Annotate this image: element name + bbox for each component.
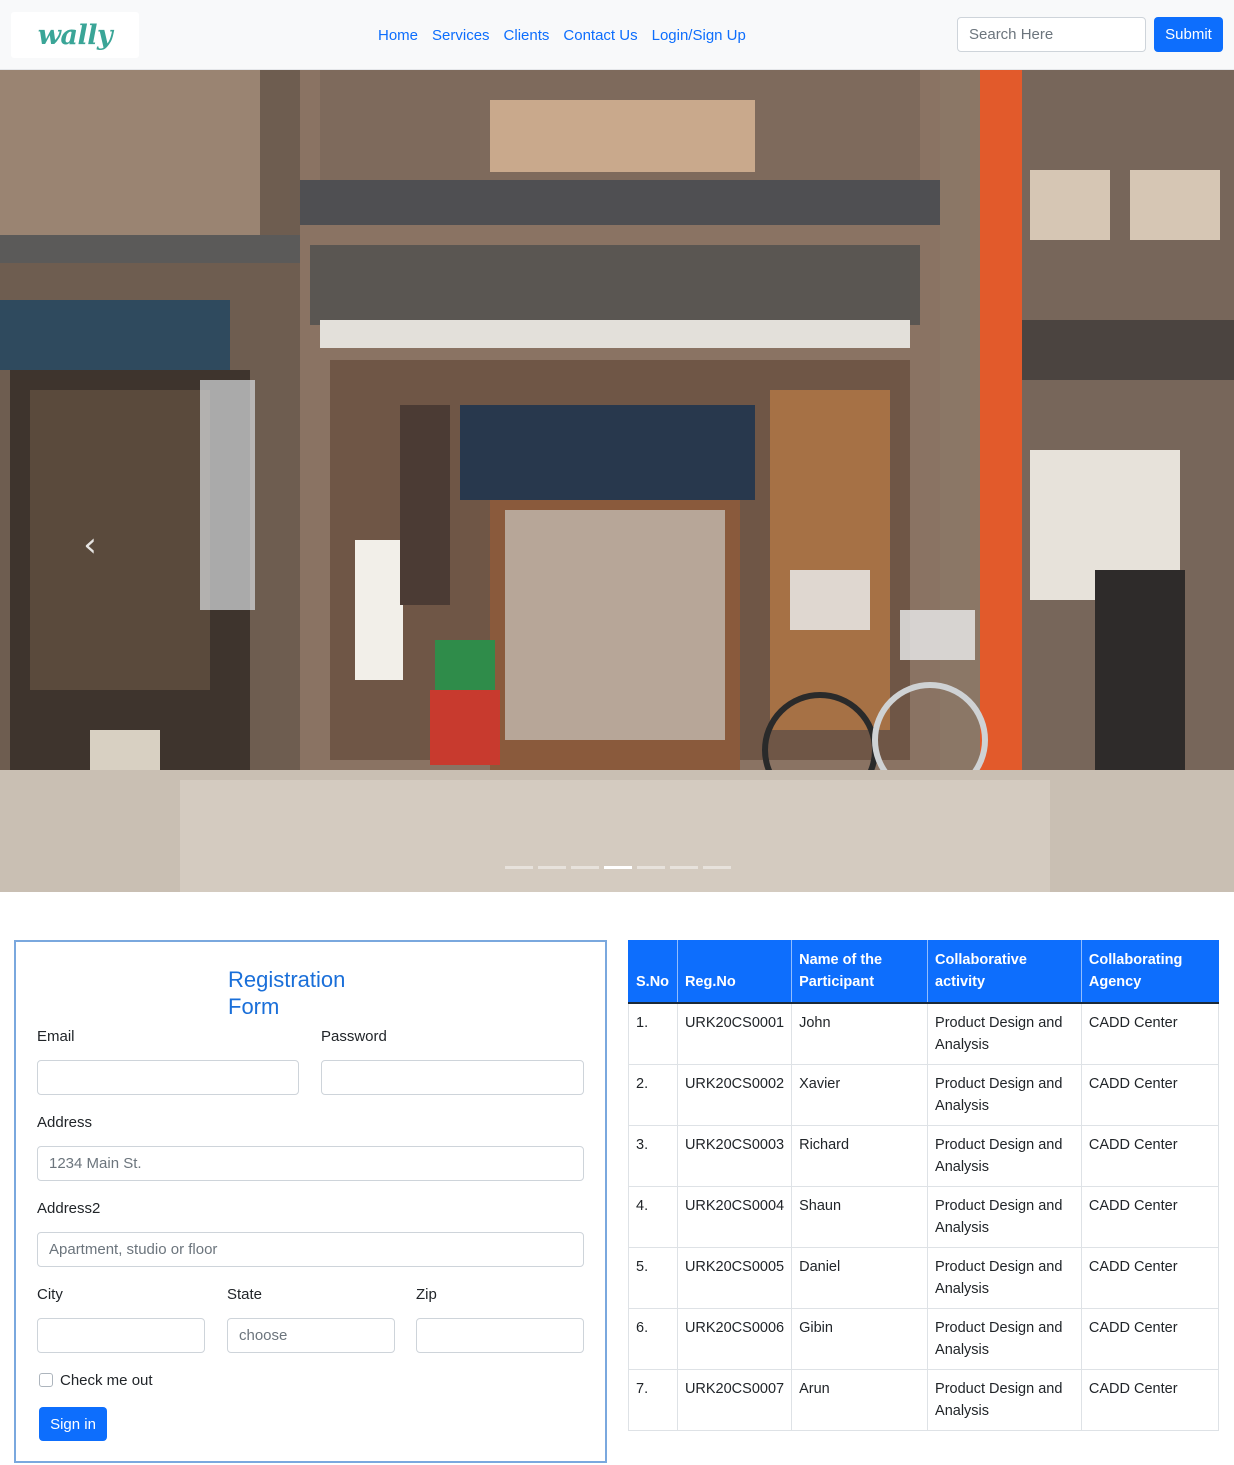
cell-participant: Gibin <box>791 1308 929 1370</box>
password-label: Password <box>321 1028 387 1045</box>
cell-participant: Arun <box>791 1369 929 1431</box>
cell-regno: URK20CS0002 <box>676 1064 793 1126</box>
carousel-indicator[interactable] <box>571 866 599 869</box>
cell-participant: Xavier <box>791 1064 929 1126</box>
hero-image <box>0 70 1234 892</box>
address-field[interactable] <box>37 1146 584 1181</box>
cell-participant: John <box>791 1002 929 1065</box>
nav-link-login[interactable]: Login/Sign Up <box>645 27 753 44</box>
carousel-indicator[interactable] <box>505 866 533 869</box>
participants-table: S.No Reg.No Name of the Participant Coll… <box>628 940 1220 1431</box>
carousel-prev-button[interactable]: ‹ <box>70 525 110 565</box>
cell-activity: Product Design and Analysis <box>927 1247 1082 1309</box>
address2-label: Address2 <box>37 1200 101 1217</box>
address-label: Address <box>37 1114 93 1131</box>
nav-link-contact[interactable]: Contact Us <box>556 27 644 44</box>
cell-sno: 6. <box>628 1308 678 1370</box>
cell-sno: 4. <box>628 1186 678 1248</box>
cell-regno: URK20CS0004 <box>676 1186 793 1248</box>
header-regno: Reg.No <box>676 940 792 1004</box>
table-row: 2. URK20CS0002 Xavier Product Design and… <box>628 1064 1220 1126</box>
table-row: 3. URK20CS0003 Richard Product Design an… <box>628 1125 1220 1187</box>
cell-activity: Product Design and Analysis <box>927 1064 1082 1126</box>
cell-sno: 7. <box>628 1369 678 1431</box>
navbar: wally Home Services Clients Contact Us L… <box>0 0 1234 70</box>
check-me-out-label: Check me out <box>60 1372 153 1389</box>
table-row: 4. URK20CS0004 Shaun Product Design and … <box>628 1186 1220 1248</box>
cell-agency: CADD Center <box>1080 1186 1220 1248</box>
cell-activity: Product Design and Analysis <box>927 1002 1082 1065</box>
table-row: 5. URK20CS0005 Daniel Product Design and… <box>628 1247 1220 1309</box>
email-label: Email <box>37 1028 75 1045</box>
city-label: City <box>37 1286 63 1303</box>
cell-agency: CADD Center <box>1080 1064 1220 1126</box>
carousel-indicator[interactable] <box>538 866 566 869</box>
brand-name: wally <box>37 19 113 51</box>
city-field[interactable] <box>37 1318 205 1353</box>
cell-agency: CADD Center <box>1080 1369 1220 1431</box>
table-header-row: S.No Reg.No Name of the Participant Coll… <box>628 940 1219 1004</box>
cell-activity: Product Design and Analysis <box>927 1186 1082 1248</box>
form-title: Registration Form <box>228 967 346 1019</box>
hero-carousel: ‹ <box>0 70 1234 892</box>
cell-participant: Richard <box>791 1125 929 1187</box>
check-me-out-checkbox[interactable] <box>39 1373 53 1387</box>
carousel-indicator[interactable] <box>637 866 665 869</box>
cell-activity: Product Design and Analysis <box>927 1125 1082 1187</box>
state-select[interactable] <box>227 1318 395 1353</box>
cell-agency: CADD Center <box>1080 1247 1220 1309</box>
carousel-indicator[interactable] <box>703 866 731 869</box>
cell-sno: 1. <box>628 1002 678 1065</box>
cell-participant: Shaun <box>791 1186 929 1248</box>
search-input[interactable] <box>957 17 1146 52</box>
zip-field[interactable] <box>416 1318 584 1353</box>
carousel-indicators <box>505 866 731 869</box>
cell-regno: URK20CS0007 <box>676 1369 793 1431</box>
table-row: 6. URK20CS0006 Gibin Product Design and … <box>628 1308 1220 1370</box>
state-label: State <box>227 1286 263 1303</box>
nav-link-services[interactable]: Services <box>425 27 497 44</box>
cell-regno: URK20CS0003 <box>676 1125 793 1187</box>
submit-button[interactable]: Submit <box>1154 17 1223 52</box>
cell-agency: CADD Center <box>1080 1125 1220 1187</box>
header-agency: Collaborating Agency <box>1080 940 1219 1004</box>
nav-links: Home Services Clients Contact Us Login/S… <box>371 0 753 70</box>
chevron-left-icon: ‹ <box>83 525 97 565</box>
cell-sno: 2. <box>628 1064 678 1126</box>
cell-agency: CADD Center <box>1080 1308 1220 1370</box>
email-field[interactable] <box>37 1060 299 1095</box>
password-field[interactable] <box>321 1060 584 1095</box>
carousel-indicator[interactable] <box>670 866 698 869</box>
header-sno: S.No <box>628 940 678 1004</box>
cell-agency: CADD Center <box>1080 1002 1220 1065</box>
carousel-indicator-active[interactable] <box>604 866 632 869</box>
cell-regno: URK20CS0005 <box>676 1247 793 1309</box>
address2-field[interactable] <box>37 1232 584 1267</box>
nav-link-clients[interactable]: Clients <box>497 27 557 44</box>
table-row: 7. URK20CS0007 Arun Product Design and A… <box>628 1369 1220 1431</box>
sign-in-button[interactable]: Sign in <box>39 1407 107 1441</box>
cell-sno: 5. <box>628 1247 678 1309</box>
header-participant: Name of the Participant <box>791 940 928 1004</box>
brand-logo[interactable]: wally <box>11 12 139 58</box>
cell-activity: Product Design and Analysis <box>927 1369 1082 1431</box>
registration-form: Registration Form Email Password Address… <box>14 940 607 1463</box>
cell-regno: URK20CS0001 <box>676 1002 793 1065</box>
cell-regno: URK20CS0006 <box>676 1308 793 1370</box>
header-activity: Collaborative activity <box>927 940 1082 1004</box>
cell-participant: Daniel <box>791 1247 929 1309</box>
zip-label: Zip <box>416 1286 437 1303</box>
table-row: 1. URK20CS0001 John Product Design and A… <box>628 1002 1220 1065</box>
cell-sno: 3. <box>628 1125 678 1187</box>
nav-link-home[interactable]: Home <box>371 27 425 44</box>
cell-activity: Product Design and Analysis <box>927 1308 1082 1370</box>
